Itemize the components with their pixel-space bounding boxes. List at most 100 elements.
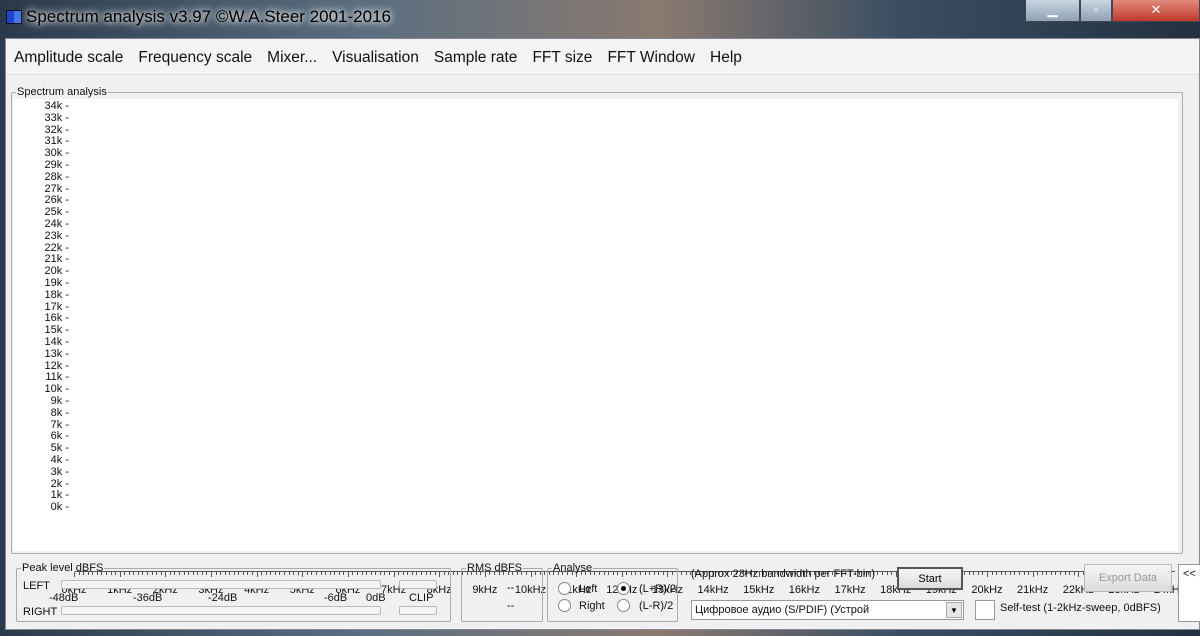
menu-fft-size[interactable]: FFT size	[532, 49, 592, 67]
menu-mixer[interactable]: Mixer...	[267, 49, 317, 67]
side-panel-toggle[interactable]: << I	[1178, 564, 1200, 622]
self-test-checkbox[interactable]	[975, 600, 995, 620]
chevron-down-icon[interactable]: ▼	[946, 602, 962, 618]
x-tick-label: 20kHz	[971, 584, 1003, 596]
x-minor-tick	[1005, 572, 1007, 575]
x-tick-label: 16kHz	[788, 584, 820, 596]
x-minor-tick	[882, 572, 883, 575]
minimize-button[interactable]: ▁	[1025, 0, 1080, 22]
scale-label: -48dB	[49, 592, 79, 604]
x-minor-tick	[1014, 572, 1016, 575]
x-minor-tick	[1041, 572, 1043, 575]
y-tick-label: 6k -	[50, 430, 69, 443]
y-tick-label: 0k -	[50, 501, 69, 514]
y-tick-text: 8k	[50, 406, 63, 419]
y-tick-text: 2k	[50, 477, 63, 490]
y-tick-text: 0k	[50, 501, 63, 514]
y-tick-label: 4k -	[50, 454, 69, 466]
y-tick-text: 20k	[44, 265, 63, 278]
y-tick-text: 17k	[44, 300, 63, 313]
y-tick-label: 1k -	[50, 489, 69, 502]
y-tick-text: 21k	[44, 253, 63, 266]
x-minor-tick	[1037, 572, 1039, 575]
y-tick-text: 6k	[50, 430, 63, 443]
y-tick-label: 9k -	[50, 395, 69, 407]
menu-frequency-scale[interactable]: Frequency scale	[138, 49, 252, 67]
side-panel-label: << I	[1183, 568, 1200, 580]
y-tick-label: 28k -	[44, 170, 69, 183]
menu-fft-window[interactable]: FFT Window	[607, 49, 695, 67]
analyse-label: Analyse	[553, 562, 593, 574]
x-minor-tick	[452, 572, 454, 575]
x-tick-label: 21kHz	[1017, 584, 1049, 596]
y-tick-label: 25k -	[44, 206, 69, 219]
radio-left[interactable]	[558, 582, 571, 595]
y-tick-text: 31k	[44, 135, 63, 148]
x-minor-tick	[1055, 572, 1057, 575]
close-button[interactable]: ✕	[1112, 0, 1200, 22]
y-tick-label: 34k -	[44, 100, 69, 112]
x-minor-tick	[685, 572, 687, 575]
rms-group: RMS dBFS	[461, 562, 543, 622]
scale-label: -36dB	[133, 592, 163, 604]
y-tick-text: 13k	[44, 347, 63, 360]
x-minor-tick	[877, 572, 879, 575]
x-minor-tick	[1032, 572, 1034, 577]
window-title: Spectrum analysis v3.97 ©W.A.Steer 2001-…	[26, 7, 391, 26]
rms-right-value: --	[507, 600, 515, 612]
left-label: LEFT	[23, 580, 50, 592]
y-tick-label: 8k -	[50, 406, 69, 419]
x-minor-tick	[1000, 572, 1002, 575]
radio-diff-label: (L-R)/2	[639, 600, 674, 612]
y-tick-label: 27k -	[44, 182, 69, 195]
menu-help[interactable]: Help	[710, 49, 742, 67]
radio-sum[interactable]	[617, 582, 630, 595]
y-tick-text: 24k	[44, 218, 63, 230]
x-minor-tick	[996, 572, 998, 575]
radio-right[interactable]	[558, 599, 571, 612]
x-minor-tick	[1050, 572, 1052, 575]
input-device-select[interactable]: Цифровое аудио (S/PDIF) (Устрой ▼	[691, 600, 964, 620]
menu-sample-rate[interactable]: Sample rate	[434, 49, 518, 67]
y-tick-label: 2k -	[50, 477, 69, 490]
export-data-button[interactable]: Export Data	[1084, 564, 1172, 592]
y-tick-label: 31k -	[44, 135, 69, 148]
x-minor-tick	[544, 572, 546, 575]
right-label: RIGHT	[23, 606, 58, 618]
y-tick-text: 3k	[50, 465, 63, 478]
y-tick-text: 33k	[44, 111, 63, 124]
radio-left-label: Left	[579, 583, 598, 595]
y-tick-text: 18k	[44, 288, 63, 301]
x-minor-tick	[1073, 572, 1075, 575]
x-minor-tick	[1064, 572, 1066, 575]
y-tick-text: 10k	[44, 383, 63, 396]
y-tick-label: 33k -	[44, 111, 69, 124]
app-icon	[6, 10, 22, 24]
x-minor-tick	[987, 572, 988, 577]
y-tick-text: 29k	[44, 159, 63, 171]
clip-label: CLIP	[409, 592, 434, 604]
rms-label: RMS dBFS	[467, 562, 523, 574]
scale-label: -6dB	[324, 592, 348, 604]
maximize-button[interactable]: ▫	[1080, 0, 1112, 22]
x-minor-tick	[891, 572, 893, 575]
rms-left-value: --	[507, 582, 515, 594]
scale-label: -24dB	[208, 592, 238, 604]
start-button[interactable]: Start	[897, 567, 963, 590]
y-tick-label: 12k -	[44, 359, 69, 372]
app-window: Amplitude scale Frequency scale Mixer...…	[5, 38, 1200, 630]
spectrum-plot: 34k -33k -32k -31k -30k -29k -28k -27k -…	[13, 99, 1185, 596]
left-clip-indicator	[399, 580, 437, 589]
x-minor-tick	[1069, 572, 1071, 575]
y-tick-text: 23k	[44, 229, 63, 242]
radio-sum-label: (L+R)/2	[639, 583, 675, 595]
menu-visualisation[interactable]: Visualisation	[332, 49, 419, 67]
y-tick-label: 32k -	[44, 123, 69, 136]
menu-amplitude-scale[interactable]: Amplitude scale	[14, 49, 123, 67]
x-minor-tick	[1046, 572, 1048, 575]
y-tick-label: 26k -	[44, 194, 69, 207]
y-tick-text: 30k	[44, 147, 63, 160]
x-minor-tick	[457, 572, 459, 575]
radio-diff[interactable]	[617, 599, 630, 612]
menu-bar: Amplitude scale Frequency scale Mixer...…	[6, 41, 1199, 75]
